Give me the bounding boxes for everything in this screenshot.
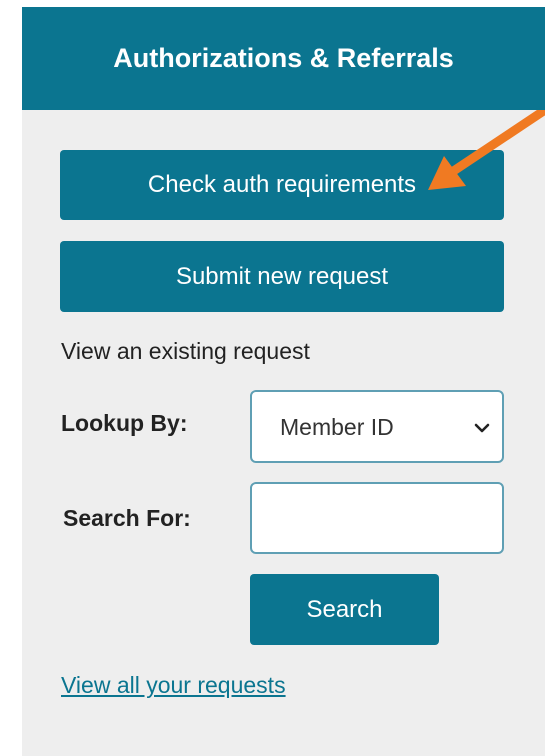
- search-button[interactable]: Search: [250, 574, 439, 645]
- chevron-down-icon: [474, 423, 490, 433]
- panel-header: Authorizations & Referrals: [22, 7, 545, 110]
- lookup-by-select[interactable]: Member ID: [250, 390, 504, 463]
- search-for-label: Search For:: [63, 505, 191, 531]
- lookup-by-label: Lookup By:: [61, 410, 188, 436]
- search-button-label: Search: [306, 595, 383, 623]
- lookup-by-selected-value: Member ID: [280, 414, 394, 440]
- view-existing-heading: View an existing request: [61, 338, 310, 364]
- panel-title: Authorizations & Referrals: [113, 43, 454, 73]
- top-strip: [22, 0, 545, 7]
- submit-new-request-label: Submit new request: [175, 262, 389, 290]
- search-for-input[interactable]: [250, 482, 504, 554]
- view-all-requests-link[interactable]: View all your requests: [61, 672, 286, 699]
- submit-new-request-button[interactable]: Submit new request: [60, 241, 504, 312]
- check-auth-requirements-label: Check auth requirements: [147, 171, 417, 198]
- arrow-annotation-icon: [428, 110, 545, 190]
